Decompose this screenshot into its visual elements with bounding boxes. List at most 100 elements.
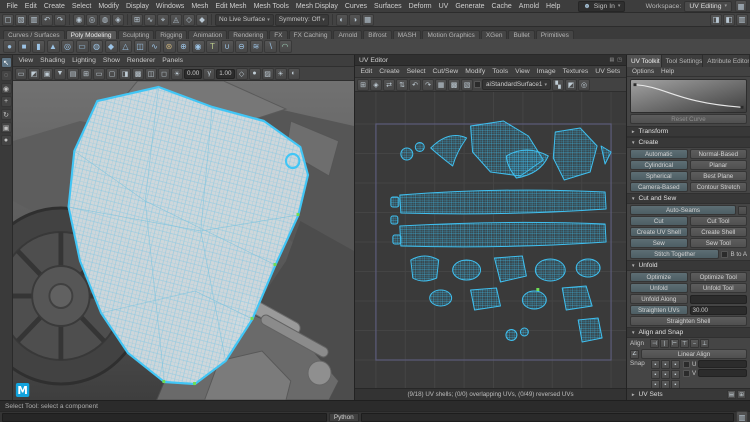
viewport-menu-item[interactable]: Lighting [69,57,100,64]
symmetry-dropdown[interactable]: Symmetry: Off ▾ [274,13,329,26]
shelf-tab-bifrost[interactable]: Bifrost [363,30,392,39]
make-live-icon[interactable]: ◆ [196,13,208,26]
flip-v-icon[interactable]: ⇅ [396,78,408,91]
render-settings-icon[interactable]: ▦ [361,13,374,26]
lasso-tool-icon[interactable]: ◌ [0,70,12,81]
shelf-tab-motion-graphics[interactable]: Motion Graphics [422,30,480,39]
menu-item[interactable]: Generate [452,3,488,10]
menu-item[interactable]: Display [122,3,152,10]
menu-item[interactable]: Curves [341,3,370,10]
new-uv-set-icon[interactable]: ⊞ [737,390,746,399]
snap-right-icon[interactable]: ▪ [671,370,680,379]
stitch-together-button[interactable]: Stitch Together [630,249,720,259]
last-tool-icon[interactable]: ● [0,135,12,146]
falloff-curve[interactable] [630,79,747,113]
align-max-v-icon[interactable]: ⊤ [680,339,689,348]
viewport-menu-item[interactable]: Renderer [123,57,158,64]
select-component-icon[interactable]: ◍ [99,13,111,26]
b-to-a-checkbox[interactable] [721,250,729,258]
poly-torus-icon[interactable]: ◎ [61,40,74,53]
exposure-field[interactable]: 0.00 [184,68,203,79]
select-tool-icon[interactable]: ↖ [0,57,12,68]
poly-cylinder-icon[interactable]: ▮ [32,40,45,53]
combine-icon[interactable]: ≋ [249,40,263,53]
uv-editor-menu-item[interactable]: Edit [357,68,376,75]
tab-attribute-editor[interactable]: Attribute Editor [703,55,750,67]
sidebar-tool-settings-icon[interactable]: ◧ [723,13,735,26]
camera-based-button[interactable]: Camera-Based [630,182,688,192]
shelf-tab-primitives[interactable]: Primitives [535,30,574,39]
gamma-icon[interactable]: γ [203,67,216,80]
snap-grid-icon[interactable]: ⊞ [131,13,143,26]
sidebar-channel-box-icon[interactable]: ▥ [736,13,748,26]
gamma-field[interactable]: 1.00 [216,68,235,79]
uv-editor-canvas[interactable] [355,92,626,388]
optimize-tool-button[interactable]: Optimize Tool [689,272,747,282]
pixel-snap-icon[interactable]: ▩ [448,78,460,91]
auto-seams-options-icon[interactable] [738,205,747,215]
scale-tool-icon[interactable]: ▣ [0,122,12,133]
lock-camera-icon[interactable]: ◩ [28,67,40,80]
sew-button[interactable]: Sew [630,238,688,248]
menu-item[interactable]: UV [435,3,452,10]
straighten-angle-field[interactable]: 30.00 [689,305,747,315]
shelf-tab-bullet[interactable]: Bullet [508,30,535,39]
isolate-select-icon[interactable]: ◎ [578,78,591,91]
section-align-and-snap[interactable]: ▼ Align and Snap [627,327,750,338]
viewport-menu-item[interactable]: View [15,57,37,64]
poly-superellipse-icon[interactable]: ◉ [191,40,205,53]
sidebar-attribute-editor-icon[interactable]: ◨ [710,13,722,26]
reset-curve-button[interactable]: Reset Curve [630,114,747,124]
uv-editor-menu-item[interactable]: Image [533,68,559,75]
align-min-v-icon[interactable]: ⊥ [700,339,709,348]
viewport-menu-item[interactable]: Show [99,57,123,64]
view-grid-icon[interactable]: ⊞ [80,67,92,80]
shelf-tab-animation[interactable]: Animation [188,30,228,39]
snap-top-icon[interactable]: ▪ [661,360,670,369]
boolean-difference-icon[interactable]: ⊖ [235,40,248,53]
live-surface-dropdown[interactable]: No Live Surface ▾ [215,13,274,26]
checker-map-icon[interactable]: ▚ [552,78,565,91]
menu-item[interactable]: Help [543,3,564,10]
move-uv-shell-icon[interactable]: ◈ [370,78,382,91]
menu-item[interactable]: Select [68,3,94,10]
save-scene-icon[interactable]: ▥ [28,13,40,26]
cut-tool-button[interactable]: Cut Tool [689,216,747,226]
automatic-button[interactable]: Automatic [630,149,688,159]
section-uv-sets[interactable]: ► UV Sets ▤ ⊞ [627,388,750,400]
align-max-u-icon[interactable]: ⊢ [670,339,679,348]
cylindrical-button[interactable]: Cylindrical [630,160,688,170]
menu-item[interactable]: Cache [488,3,515,10]
menu-item[interactable]: Modify [95,3,123,10]
unfold-tool-button[interactable]: Unfold Tool [689,283,747,293]
menu-item[interactable]: Mesh [188,3,212,10]
select-hierarchy-icon[interactable]: ◉ [73,13,85,26]
optimize-button[interactable]: Optimize [630,272,688,282]
poly-disc-icon[interactable]: ◍ [90,40,103,53]
planar-button[interactable]: Planar [689,160,747,170]
render-current-frame-icon[interactable]: ◐ [335,13,348,26]
shelf-tab-arnold[interactable]: Arnold [333,30,363,39]
bookmarks-icon[interactable]: ▼ [54,67,66,80]
viewport-canvas[interactable]: M [13,81,354,400]
poly-cone-icon[interactable]: ▲ [46,40,60,53]
uv-set-editor-icon[interactable]: ▤ [727,390,736,399]
section-unfold[interactable]: ▼ Unfold [627,260,750,271]
snap-view-plane-icon[interactable]: ◇ [183,13,195,26]
snap-projected-center-icon[interactable]: ◬ [170,13,182,26]
section-cut-and-sew[interactable]: ▼ Cut and Sew [627,193,750,204]
exposure-icon[interactable]: ☀ [171,67,183,80]
poly-sphere-icon[interactable]: ● [3,40,16,53]
poly-helix-icon[interactable]: ∿ [148,40,161,53]
safe-action-icon[interactable]: ◫ [145,67,157,80]
shell-borders-icon[interactable]: ▧ [461,78,473,91]
script-editor-icon[interactable]: ▥ [736,411,748,422]
uv-distortion-icon[interactable]: ◩ [565,78,578,91]
straighten-uvs-button[interactable]: Straighten UVs [630,305,688,315]
section-transform[interactable]: ► Transform [627,126,750,137]
menu-item[interactable]: Surfaces [371,3,406,10]
shelf-tab-sculpting[interactable]: Sculpting [117,30,155,39]
menu-item[interactable]: Edit [21,3,40,10]
shelf-tab-rigging[interactable]: Rigging [155,30,188,39]
poly-pyramid-icon[interactable]: △ [119,40,132,53]
